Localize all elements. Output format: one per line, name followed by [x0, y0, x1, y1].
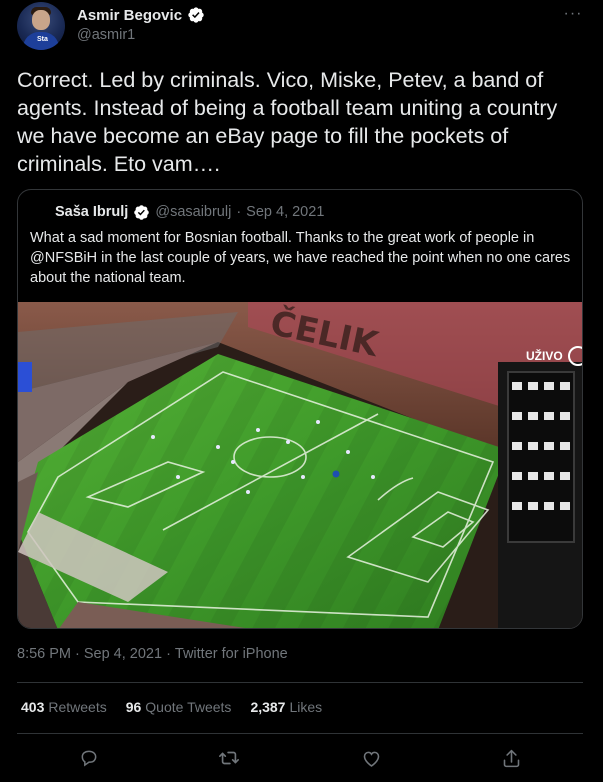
author-avatar[interactable]: Sta: [17, 2, 65, 50]
stadium-image: ČELIK UŽIVO: [18, 302, 582, 628]
tweet-detail: Sta Asmir Begovic @asmir1 ··· Correct. L…: [0, 0, 603, 782]
retweets-count: 403: [21, 699, 45, 715]
author-handle[interactable]: @asmir1: [77, 27, 135, 43]
live-badge: UŽIVO: [526, 348, 563, 363]
quote-header: Saša Ibrulj @sasaibrulj · Sep 4, 2021: [30, 202, 324, 222]
like-icon: [363, 751, 379, 767]
meta-separator: ·: [166, 646, 171, 662]
tweet-text: Correct. Led by criminals. Vico, Miske, …: [17, 68, 558, 176]
quoted-tweet[interactable]: Saša Ibrulj @sasaibrulj · Sep 4, 2021 Wh…: [17, 189, 583, 629]
retweet-icon: [219, 751, 239, 765]
retweets-label: Retweets: [48, 699, 107, 715]
quote-tweets-label: Quote Tweets: [145, 699, 232, 715]
likes-count: 2,387: [250, 699, 286, 715]
author-display-name[interactable]: Asmir Begovic: [77, 7, 182, 24]
like-button[interactable]: [358, 745, 384, 771]
meta-separator: ·: [75, 646, 80, 662]
quote-media-video[interactable]: ČELIK UŽIVO: [18, 302, 582, 628]
tweet-stats: 403 Retweets 96 Quote Tweets 2,387 Likes: [21, 699, 322, 715]
verified-badge-icon: [134, 204, 150, 220]
tweet-time[interactable]: 8:56 PM: [17, 646, 71, 662]
quote-display-name[interactable]: Saša Ibrulj: [55, 204, 128, 220]
action-bar: [0, 745, 603, 773]
quote-tweets-stat[interactable]: 96 Quote Tweets: [126, 699, 232, 715]
reply-button[interactable]: [76, 745, 102, 771]
likes-stat[interactable]: 2,387 Likes: [250, 699, 322, 715]
tweet-date[interactable]: Sep 4, 2021: [84, 646, 162, 662]
likes-label: Likes: [289, 699, 323, 715]
share-icon: [503, 749, 519, 767]
share-button[interactable]: [498, 745, 524, 771]
avatar-crest: Sta: [37, 36, 48, 43]
quote-avatar[interactable]: [30, 202, 50, 222]
quote-separator: ·: [236, 204, 242, 220]
divider: [17, 682, 583, 683]
author-name-row[interactable]: Asmir Begovic: [77, 6, 205, 24]
retweets-stat[interactable]: 403 Retweets: [21, 699, 107, 715]
tweet-source[interactable]: Twitter for iPhone: [175, 646, 288, 662]
tweet-meta: 8:56 PM · Sep 4, 2021 · Twitter for iPho…: [17, 646, 288, 662]
quote-handle[interactable]: @sasaibrulj: [155, 204, 231, 220]
more-icon[interactable]: ···: [561, 3, 585, 25]
quote-tweets-count: 96: [125, 699, 142, 715]
reply-icon: [81, 750, 97, 767]
verified-badge-icon: [188, 7, 204, 23]
retweet-button[interactable]: [216, 745, 242, 771]
quote-date[interactable]: Sep 4, 2021: [246, 204, 324, 220]
quote-text: What a sad moment for Bosnian football. …: [30, 230, 571, 286]
divider: [17, 733, 583, 734]
